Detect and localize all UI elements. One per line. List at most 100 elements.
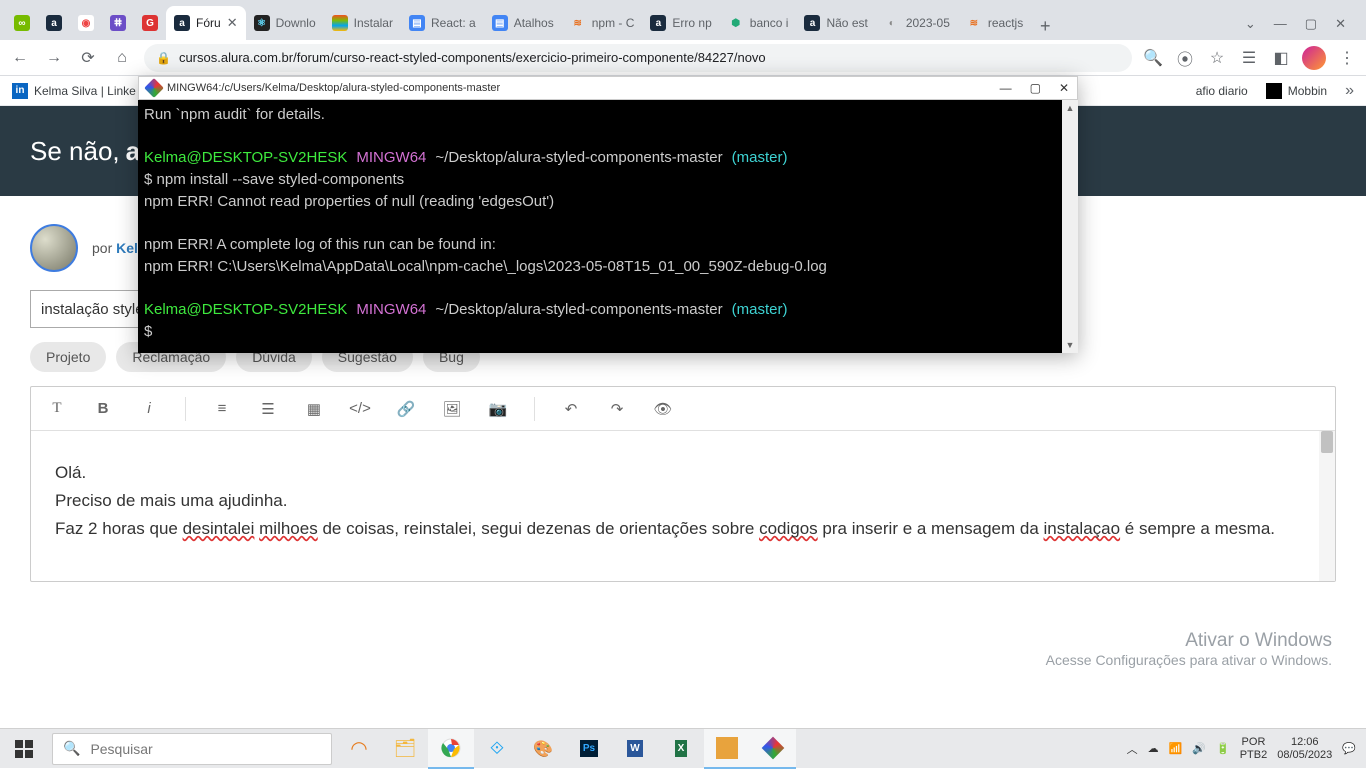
author-by: por — [92, 240, 112, 256]
post-line-3: Faz 2 horas que desintalei milhoes de co… — [55, 515, 1311, 543]
tab-label: Não est — [826, 16, 867, 30]
taskbar-chrome[interactable] — [428, 729, 474, 769]
bookmark-linkedin[interactable]: inKelma Silva | Linke — [12, 83, 136, 99]
taskbar-app-1[interactable]: ◠ — [336, 729, 382, 769]
tab-label: Erro np — [672, 16, 711, 30]
tray-date: 08/05/2023 — [1277, 749, 1332, 762]
new-tab-button[interactable]: + — [1031, 12, 1059, 40]
start-button[interactable] — [0, 729, 48, 769]
home-button[interactable]: ⌂ — [110, 46, 134, 70]
taskbar-search[interactable]: 🔍 Pesquisar — [52, 733, 332, 765]
tab-15[interactable]: ≋reactjs — [958, 6, 1031, 40]
browser-tabstrip: ∞ a ◉ ⵌ G aFóru✕ ⚛Downlo Instalar ▤React… — [0, 0, 1366, 40]
tab-6[interactable]: ⚛Downlo — [246, 6, 324, 40]
tab-3[interactable]: ⵌ — [102, 6, 134, 40]
taskbar-excel[interactable]: X — [658, 729, 704, 769]
tray-clock[interactable]: 12:06 08/05/2023 — [1277, 736, 1332, 761]
forward-button[interactable]: → — [42, 46, 66, 70]
tab-14[interactable]: ◐2023-05 — [876, 6, 958, 40]
taskbar-figma[interactable]: 🎨 — [520, 729, 566, 769]
window-close-icon[interactable]: ✕ — [1335, 16, 1346, 32]
zoom-icon[interactable]: 🔍 — [1142, 47, 1164, 69]
taskbar-vscode[interactable]: ⟐ — [474, 729, 520, 769]
terminal-output[interactable]: Run `npm audit` for details. Kelma@DESKT… — [138, 100, 1078, 353]
search-icon: 🔍 — [63, 740, 80, 757]
bookmark-afio-diario[interactable]: afio diario — [1196, 84, 1248, 98]
taskbar-explorer[interactable]: 🗂 — [382, 729, 428, 769]
tab-8[interactable]: ▤React: a — [401, 6, 484, 40]
tray-language[interactable]: POR PTB2 — [1240, 736, 1268, 760]
terminal-title-text: MINGW64:/c/Users/Kelma/Desktop/alura-sty… — [167, 82, 500, 94]
tab-13[interactable]: aNão est — [796, 6, 875, 40]
chrome-menu-icon[interactable]: ⋮ — [1336, 47, 1358, 69]
git-bash-window[interactable]: MINGW64:/c/Users/Kelma/Desktop/alura-sty… — [138, 76, 1078, 353]
terminal-titlebar[interactable]: MINGW64:/c/Users/Kelma/Desktop/alura-sty… — [138, 76, 1078, 100]
taskbar-app-orange[interactable] — [704, 729, 750, 769]
redo-icon[interactable]: ↷ — [605, 397, 629, 421]
watermark-title: Ativar o Windows — [1046, 630, 1332, 652]
address-bar[interactable]: 🔒 cursos.alura.com.br/forum/curso-react-… — [144, 44, 1132, 72]
taskbar-photoshop[interactable]: Ps — [566, 729, 612, 769]
taskbar-word[interactable]: W — [612, 729, 658, 769]
italic-icon[interactable]: i — [137, 397, 161, 421]
tray-wifi-icon[interactable]: 📶 — [1169, 742, 1183, 755]
tab-4[interactable]: G — [134, 6, 166, 40]
tray-volume-icon[interactable]: 🔊 — [1192, 742, 1206, 755]
tray-time: 12:06 — [1277, 736, 1332, 749]
git-bash-icon — [144, 78, 164, 98]
editor-toolbar: T B i ≡ ☰ ▦ </> 🔗 🖼 📷 ↶ ↷ 👁 — [31, 387, 1335, 431]
reading-list-icon[interactable]: ☰ — [1238, 47, 1260, 69]
undo-icon[interactable]: ↶ — [559, 397, 583, 421]
author-avatar[interactable] — [30, 224, 78, 272]
profile-avatar[interactable] — [1302, 46, 1326, 70]
tab-0[interactable]: ∞ — [6, 6, 38, 40]
watermark-subtitle: Acesse Configurações para ativar o Windo… — [1046, 652, 1332, 668]
editor-textarea[interactable]: Olá. Preciso de mais uma ajudinha. Faz 2… — [31, 431, 1335, 581]
tab-5-active[interactable]: aFóru✕ — [166, 6, 246, 40]
terminal-maximize-icon[interactable]: ▢ — [1030, 81, 1041, 95]
tab-label: npm - C — [592, 16, 635, 30]
bold-icon[interactable]: B — [91, 397, 115, 421]
window-minimize-icon[interactable]: — — [1274, 16, 1287, 32]
code-icon[interactable]: </> — [348, 397, 372, 421]
tray-onedrive-icon[interactable]: ☁ — [1148, 742, 1159, 755]
unordered-list-icon[interactable]: ☰ — [256, 397, 280, 421]
video-icon[interactable]: 📷 — [486, 397, 510, 421]
chrome-dropdown-icon[interactable]: ⌄ — [1245, 16, 1256, 32]
search-placeholder: Pesquisar — [90, 741, 152, 757]
tab-2[interactable]: ◉ — [70, 6, 102, 40]
tab-label: React: a — [431, 16, 476, 30]
tab-7[interactable]: Instalar — [324, 6, 401, 40]
tab-10[interactable]: ≋npm - C — [562, 6, 643, 40]
tab-11[interactable]: aErro np — [642, 6, 719, 40]
window-maximize-icon[interactable]: ▢ — [1305, 16, 1317, 32]
terminal-scrollbar[interactable]: ▲ ▼ — [1062, 100, 1078, 353]
chip-projeto[interactable]: Projeto — [30, 342, 106, 372]
tab-9[interactable]: ▤Atalhos — [484, 6, 562, 40]
link-icon[interactable]: 🔗 — [394, 397, 418, 421]
bookmark-mobbin[interactable]: Mobbin — [1266, 83, 1327, 99]
bookmark-star-icon[interactable]: ☆ — [1206, 47, 1228, 69]
ordered-list-icon[interactable]: ≡ — [210, 397, 234, 421]
tray-notifications-icon[interactable]: 💬 — [1342, 742, 1356, 755]
tab-close-icon[interactable]: ✕ — [227, 15, 238, 31]
editor-scrollbar[interactable] — [1319, 431, 1335, 581]
tray-chevron-icon[interactable]: ︿ — [1127, 741, 1138, 757]
tray-battery-icon[interactable]: 🔋 — [1216, 742, 1230, 755]
table-icon[interactable]: ▦ — [302, 397, 326, 421]
tab-1[interactable]: a — [38, 6, 70, 40]
side-panel-icon[interactable]: ◧ — [1270, 47, 1292, 69]
taskbar-gitbash[interactable] — [750, 729, 796, 769]
bookmarks-overflow-icon[interactable]: » — [1345, 82, 1354, 100]
terminal-minimize-icon[interactable]: — — [1000, 81, 1012, 95]
back-button[interactable]: ← — [8, 46, 32, 70]
terminal-close-icon[interactable]: ✕ — [1059, 81, 1069, 95]
rich-text-editor: T B i ≡ ☰ ▦ </> 🔗 🖼 📷 ↶ ↷ 👁 Olá. — [30, 386, 1336, 582]
translate-icon[interactable]: ⦿ — [1174, 47, 1196, 69]
bookmark-label: Kelma Silva | Linke — [34, 84, 136, 98]
tab-12[interactable]: ⬢banco i — [720, 6, 797, 40]
image-icon[interactable]: 🖼 — [440, 397, 464, 421]
preview-icon[interactable]: 👁 — [651, 397, 675, 421]
reload-button[interactable]: ⟳ — [76, 46, 100, 70]
format-text-icon[interactable]: T — [45, 397, 69, 421]
